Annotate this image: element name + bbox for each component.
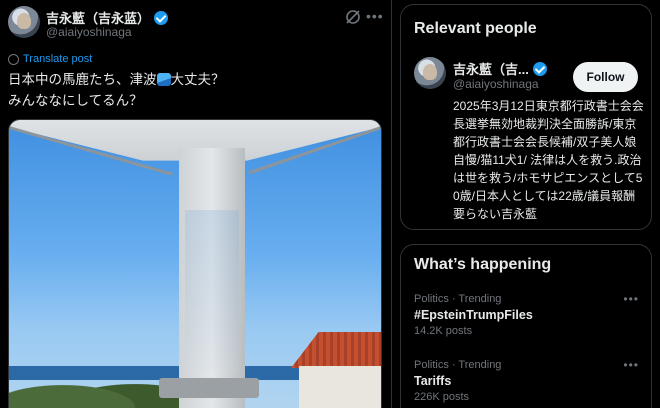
trend-meta: Politics · Trending xyxy=(414,359,502,371)
more-icon[interactable]: ••• xyxy=(623,292,639,306)
relevant-people-panel: Relevant people 吉永藍（吉... @aiaiyoshinaga … xyxy=(400,4,652,230)
relevant-person-bio: 2025年3月12日東京都行政書士会会長選挙無効地裁判決全面勝訴/東京都行政書士… xyxy=(453,99,644,221)
relevant-person-handle[interactable]: @aiaiyoshinaga xyxy=(453,77,539,91)
whats-happening-title: What’s happening xyxy=(414,256,552,273)
tweet-text-part2: 大丈夫？ xyxy=(170,72,225,87)
wave-emoji-icon xyxy=(156,73,171,86)
trend-count: 14.2K posts xyxy=(414,325,473,337)
trend-count: 226K posts xyxy=(414,391,470,403)
trend-item[interactable]: Politics · Trending #EpsteinTrumpFiles 1… xyxy=(414,292,639,338)
verified-badge-icon xyxy=(154,11,169,25)
trend-name[interactable]: Tariffs xyxy=(414,372,639,390)
more-icon[interactable]: ••• xyxy=(623,358,639,372)
tweet-text-part1: 日本中の馬鹿たち、津波 xyxy=(8,72,157,87)
more-icon[interactable]: ••• xyxy=(366,8,384,24)
verified-badge-icon xyxy=(532,62,547,76)
photo-house xyxy=(299,366,381,408)
tweet-text-line2: みんななにしてるん？ xyxy=(8,93,143,108)
relevant-person-name-text[interactable]: 吉永藍（吉... xyxy=(453,62,529,77)
author-avatar[interactable] xyxy=(8,6,40,38)
tweet-text: 日本中の馬鹿たち、津波 大丈夫？ みんななにしてるん？ xyxy=(8,69,384,111)
relevant-person-name[interactable]: 吉永藍（吉... xyxy=(453,59,547,78)
tweet-photo[interactable] xyxy=(8,119,382,408)
photo-pillar-reflection xyxy=(185,210,239,370)
main-column: 吉永藍（吉永蓝） @aiaiyoshinaga ••• Translate po… xyxy=(0,0,392,408)
author-handle[interactable]: @aiaiyoshinaga xyxy=(46,25,132,39)
relevant-people-title: Relevant people xyxy=(414,20,537,37)
whats-happening-panel: What’s happening Politics · Trending #Ep… xyxy=(400,244,652,408)
photo-sill xyxy=(159,378,259,398)
trend-meta: Politics · Trending xyxy=(414,293,502,305)
relevant-person-avatar[interactable] xyxy=(414,57,446,89)
author-name-text[interactable]: 吉永藍（吉永蓝） xyxy=(46,11,150,26)
trend-name[interactable]: #EpsteinTrumpFiles xyxy=(414,306,639,324)
translate-label[interactable]: Translate post xyxy=(23,53,92,65)
photo-roof xyxy=(291,332,381,368)
follow-button[interactable]: Follow xyxy=(573,62,638,92)
grok-icon[interactable] xyxy=(344,8,362,26)
sidebar: Relevant people 吉永藍（吉... @aiaiyoshinaga … xyxy=(400,0,660,408)
trend-item[interactable]: Politics · Trending Tariffs 226K posts •… xyxy=(414,358,639,404)
translate-post-link[interactable]: Translate post xyxy=(8,53,92,65)
globe-icon xyxy=(8,53,19,65)
